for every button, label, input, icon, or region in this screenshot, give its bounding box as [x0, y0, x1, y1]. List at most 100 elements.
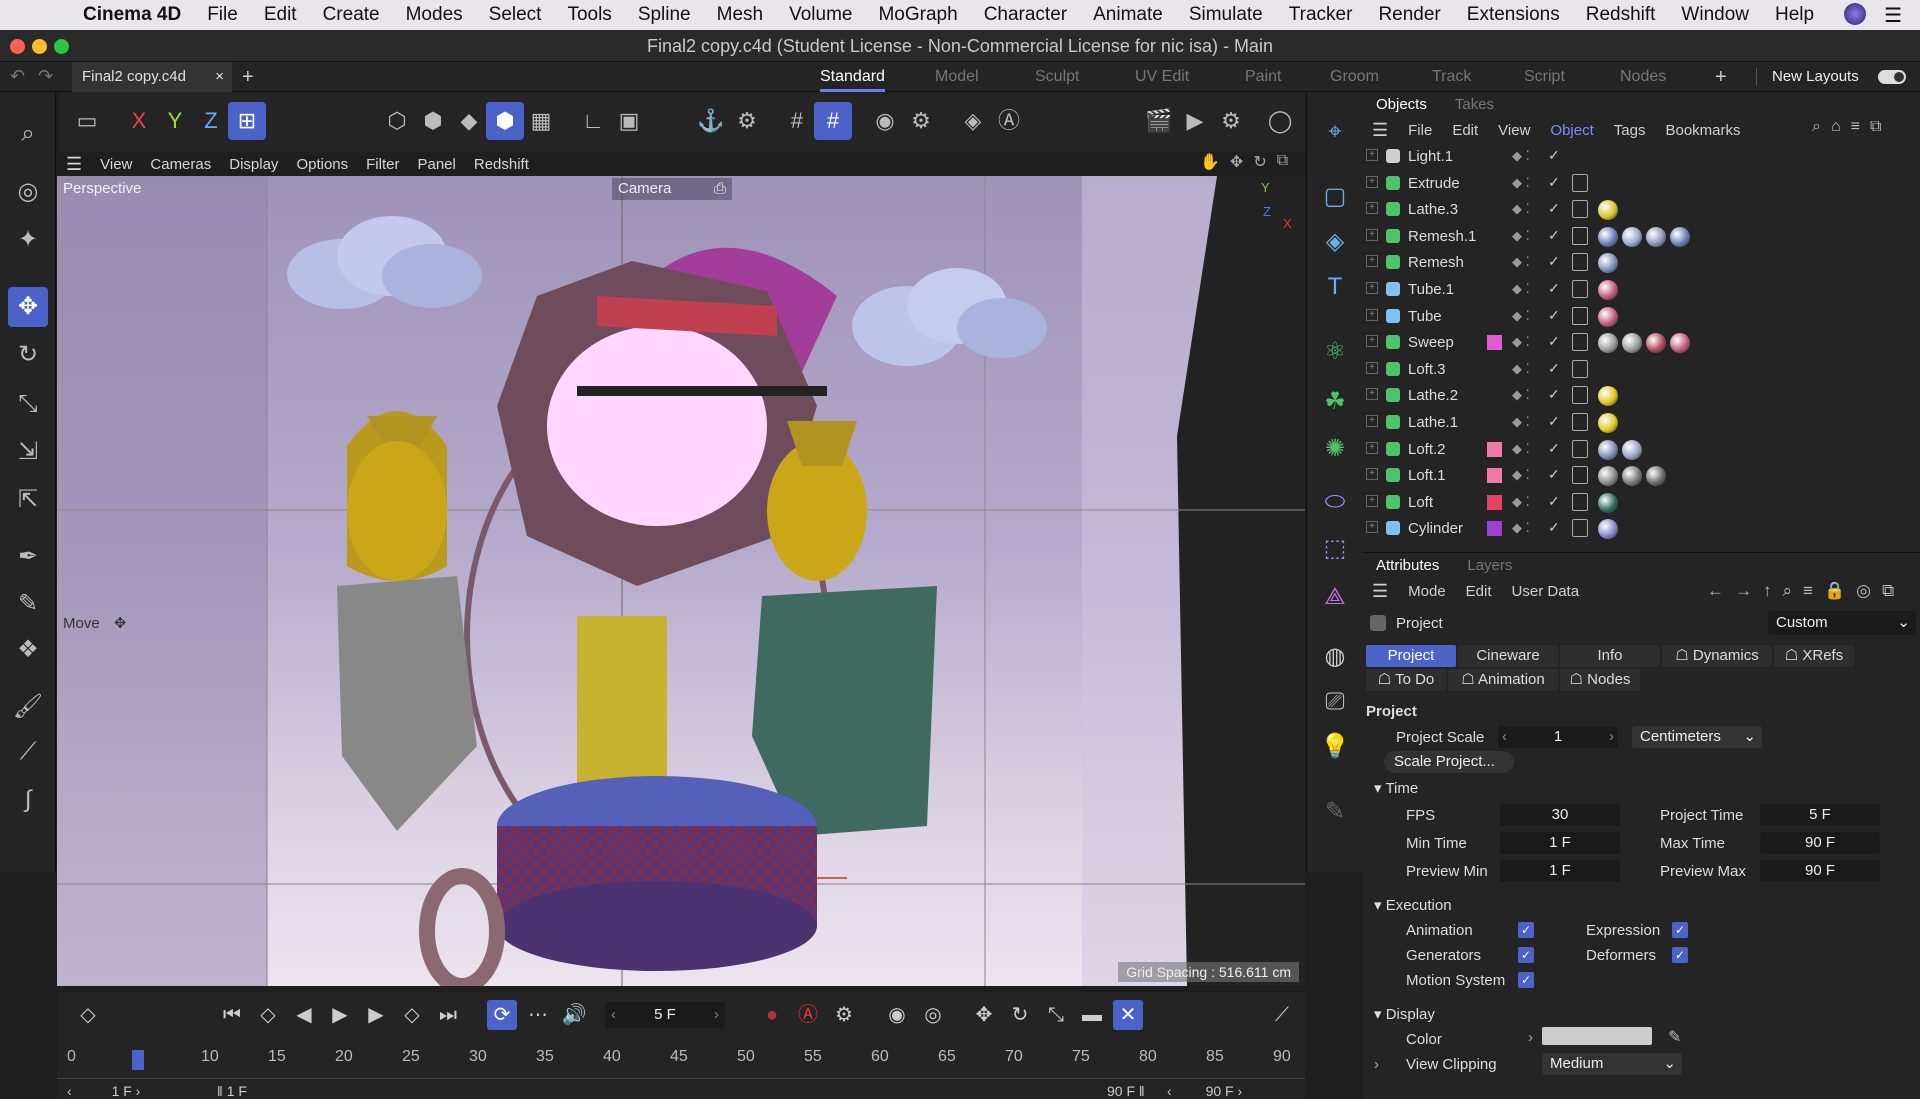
- expand-icon[interactable]: +: [1366, 228, 1378, 241]
- display-color-swatch[interactable]: [1542, 1027, 1652, 1045]
- project-scale-field[interactable]: ‹ 1 ›: [1498, 726, 1618, 748]
- layer-color-swatch[interactable]: [1487, 468, 1502, 484]
- light-icon[interactable]: 💡: [1315, 727, 1355, 767]
- visibility-icon[interactable]: ◆ ⁚: [1512, 281, 1530, 297]
- maximize-view-icon[interactable]: ⧉: [1277, 152, 1288, 172]
- increment-icon[interactable]: ›: [1609, 726, 1614, 748]
- search-icon[interactable]: ⌕: [8, 114, 48, 154]
- back-icon[interactable]: ←: [1707, 581, 1724, 601]
- visibility-icon[interactable]: ◆ ⁚: [1512, 494, 1530, 510]
- range-start-field[interactable]: ‹ 1 F ›: [67, 1083, 207, 1099]
- phong-tag-icon[interactable]: [1572, 492, 1588, 511]
- objects-menu-edit[interactable]: Edit: [1442, 122, 1488, 139]
- enabled-check-icon[interactable]: ✓: [1548, 280, 1560, 297]
- uv-mode-icon[interactable]: ▣: [610, 102, 648, 140]
- enabled-check-icon[interactable]: ✓: [1548, 227, 1560, 244]
- environment-icon[interactable]: ◍: [1315, 637, 1355, 677]
- rotate-tool-icon[interactable]: ↻: [8, 335, 48, 375]
- workplane-settings-icon[interactable]: ⚙: [902, 102, 940, 140]
- mac-menu-animate[interactable]: Animate: [1080, 4, 1176, 26]
- select-tool-icon[interactable]: ◎: [8, 172, 48, 212]
- world-coordinates-icon[interactable]: ⊞: [228, 102, 266, 140]
- preview-max-field[interactable]: 90 F: [1760, 860, 1880, 882]
- project-scale-unit-dropdown[interactable]: Centimeters ⌄: [1632, 726, 1762, 748]
- subtab-nodes[interactable]: ☖ Nodes: [1560, 669, 1640, 691]
- object-row[interactable]: + Loft.1 ◆ ⁚ ✓: [1362, 463, 1910, 489]
- expand-icon[interactable]: +: [1366, 415, 1378, 427]
- mac-menu-modes[interactable]: Modes: [393, 4, 476, 26]
- enabled-check-icon[interactable]: ✓: [1548, 200, 1560, 217]
- new-tab-button[interactable]: +: [242, 62, 254, 92]
- eyedropper-icon[interactable]: ✎: [1668, 1027, 1681, 1047]
- undo-icon[interactable]: ↶: [10, 66, 25, 87]
- viewport-menu-icon[interactable]: ☰: [57, 154, 91, 175]
- volume-icon[interactable]: ⟁: [1315, 577, 1355, 617]
- mac-menu-help[interactable]: Help: [1762, 4, 1827, 26]
- object-row[interactable]: + Extrude ◆ ⁚ ✓: [1362, 171, 1910, 197]
- transfer-tool-icon[interactable]: ⇲: [8, 432, 48, 472]
- move-tool-icon[interactable]: ✥: [8, 287, 48, 327]
- move-view-icon[interactable]: ✥: [1230, 152, 1243, 172]
- layout-tab-model[interactable]: Model: [935, 62, 979, 92]
- phong-tag-icon[interactable]: [1572, 173, 1588, 192]
- material-tag-icon[interactable]: [1670, 333, 1690, 354]
- points-mode-icon[interactable]: ⬡: [378, 102, 416, 140]
- enabled-check-icon[interactable]: ✓: [1548, 386, 1560, 403]
- auto-solo-icon[interactable]: Ⓐ: [990, 102, 1028, 140]
- phong-tag-icon[interactable]: [1572, 200, 1588, 219]
- attributes-menu-user-data[interactable]: User Data: [1502, 583, 1590, 600]
- spline-object-icon[interactable]: ▢: [1315, 177, 1355, 217]
- material-tag-icon[interactable]: [1622, 333, 1642, 354]
- phong-tag-icon[interactable]: [1572, 519, 1588, 538]
- mac-menu-tracker[interactable]: Tracker: [1276, 4, 1366, 26]
- new-layouts-toggle[interactable]: [1878, 70, 1906, 84]
- material-tag-icon[interactable]: [1670, 226, 1690, 247]
- enabled-check-icon[interactable]: ✓: [1548, 307, 1560, 324]
- render-view-icon[interactable]: 🎬: [1140, 102, 1178, 140]
- brush-icon[interactable]: 🖌: [8, 687, 48, 727]
- mac-menu-simulate[interactable]: Simulate: [1176, 4, 1276, 26]
- fps-field[interactable]: 30: [1500, 804, 1620, 826]
- phong-tag-icon[interactable]: [1572, 439, 1588, 458]
- add-layout-button[interactable]: +: [1715, 62, 1727, 92]
- chevron-right-icon[interactable]: ›: [1374, 1056, 1379, 1073]
- object-row[interactable]: + Cylinder ◆ ⁚ ✓: [1362, 516, 1910, 542]
- camera-icon[interactable]: ⎚: [1315, 682, 1355, 722]
- up-icon[interactable]: ↑: [1763, 581, 1772, 601]
- sketch-icon[interactable]: ✎: [1315, 792, 1355, 832]
- enabled-check-icon[interactable]: ✓: [1548, 493, 1560, 510]
- viewport-menu-filter[interactable]: Filter: [357, 156, 408, 173]
- enabled-check-icon[interactable]: ✓: [1548, 519, 1560, 536]
- expand-icon[interactable]: +: [1366, 255, 1378, 268]
- object-row[interactable]: + Light.1 ◆ ⁚ ✓: [1362, 144, 1910, 170]
- generator-icon[interactable]: ⚛: [1315, 332, 1355, 372]
- expand-icon[interactable]: +: [1366, 361, 1378, 374]
- visibility-icon[interactable]: ◆ ⁚: [1512, 308, 1530, 324]
- visibility-icon[interactable]: ◆ ⁚: [1512, 228, 1530, 244]
- phong-tag-icon[interactable]: [1572, 466, 1588, 485]
- phong-tag-icon[interactable]: [1572, 306, 1588, 325]
- object-row[interactable]: + Tube.1 ◆ ⁚ ✓: [1362, 277, 1910, 303]
- mac-menu-mesh[interactable]: Mesh: [704, 4, 776, 26]
- filter-icon[interactable]: ≡: [1851, 118, 1860, 136]
- material-tag-icon[interactable]: [1646, 333, 1666, 354]
- objects-menu-bookmarks[interactable]: Bookmarks: [1655, 122, 1750, 139]
- material-tag-icon[interactable]: [1598, 333, 1618, 354]
- phong-tag-icon[interactable]: [1572, 333, 1588, 352]
- layout-tab-sculpt[interactable]: Sculpt: [1035, 62, 1079, 92]
- cloner-icon[interactable]: ☘: [1315, 382, 1355, 422]
- redshift-ipr-icon[interactable]: ◯: [1261, 102, 1299, 140]
- material-tag-icon[interactable]: [1598, 466, 1618, 487]
- tab-attributes[interactable]: Attributes: [1362, 557, 1453, 574]
- app-menu[interactable]: Cinema 4D: [70, 4, 194, 26]
- material-tag-icon[interactable]: [1598, 280, 1618, 300]
- display-section[interactable]: ▾ Display: [1374, 1005, 1435, 1023]
- mac-menu-create[interactable]: Create: [310, 4, 393, 26]
- layout-tab-groom[interactable]: Groom: [1330, 62, 1379, 92]
- material-tag-icon[interactable]: [1646, 226, 1666, 247]
- search-icon[interactable]: ⌕: [1812, 118, 1821, 136]
- mac-menu-mograph[interactable]: MoGraph: [865, 4, 970, 26]
- objects-menu-object[interactable]: Object: [1540, 122, 1603, 139]
- objects-menu-file[interactable]: File: [1398, 122, 1442, 139]
- phong-tag-icon[interactable]: [1572, 226, 1588, 245]
